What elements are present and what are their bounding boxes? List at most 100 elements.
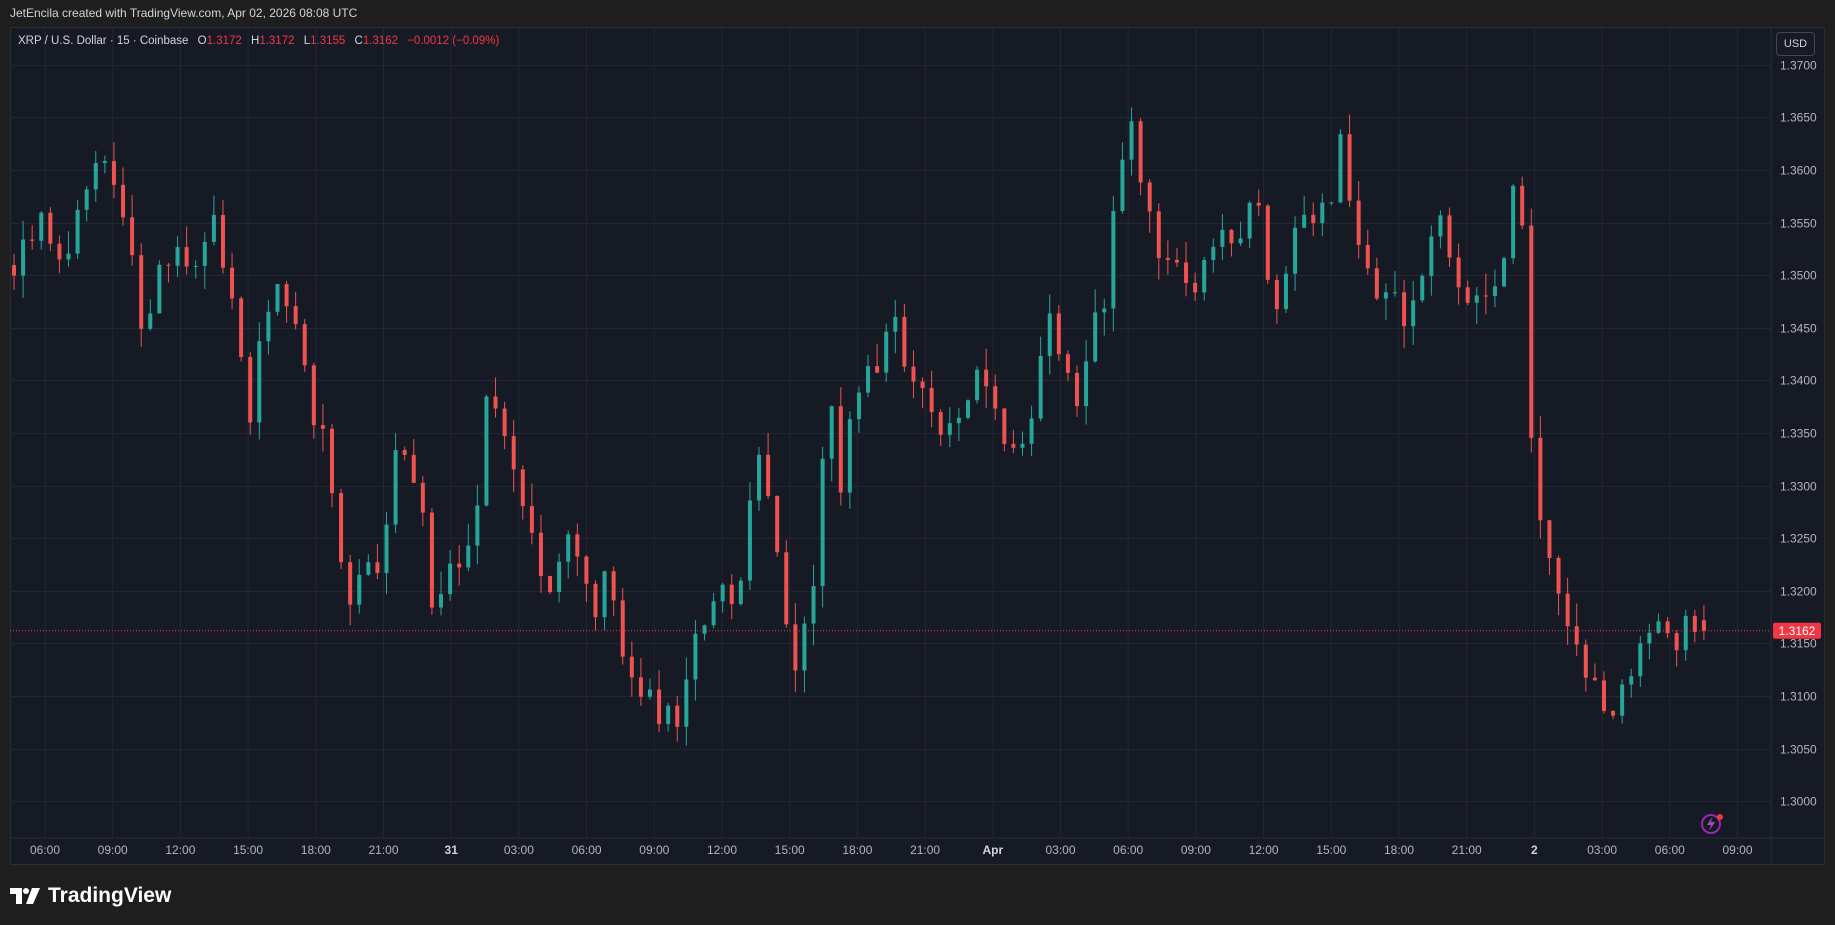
high-value: 1.3172: [259, 35, 295, 47]
symbol-legend[interactable]: XRP / U.S. Dollar · 15 · Coinbase O1.317…: [18, 35, 499, 47]
candle-body: [529, 506, 534, 533]
candle-body: [875, 366, 880, 373]
candle-body: [12, 265, 16, 276]
candle-body: [1483, 295, 1488, 297]
candle-body: [511, 436, 516, 470]
candle-body: [384, 524, 389, 573]
open-value: 1.3172: [206, 35, 242, 47]
candle-body: [230, 267, 235, 299]
price-tick-label: 1.3500: [1780, 269, 1817, 283]
candle-body: [820, 458, 825, 587]
candle-body: [993, 386, 998, 409]
candle-body: [320, 425, 325, 429]
candle-body: [1420, 275, 1425, 301]
candle-body: [1129, 121, 1134, 160]
candle-body: [1447, 215, 1452, 258]
candle-body: [1565, 593, 1570, 627]
candle-body: [1347, 134, 1352, 201]
candle-body: [429, 512, 434, 608]
candle-body: [1002, 408, 1007, 444]
candle-body: [211, 214, 216, 242]
price-axis: 1.3700 1.3650 1.3600 1.3550 1.3500 1.3450 1.34…: [10, 28, 1825, 864]
candle-body: [348, 562, 353, 605]
candle-body: [520, 469, 525, 507]
candle-body: [166, 264, 171, 266]
candle-body: [284, 284, 289, 307]
candle-body: [884, 331, 889, 373]
candle-body: [684, 679, 689, 727]
candle-body: [1229, 229, 1234, 244]
magic-sparkle-icon[interactable]: [1699, 812, 1725, 841]
price-tick-label: 1.3200: [1780, 585, 1817, 599]
low-value: 1.3155: [310, 35, 346, 47]
candle-body: [275, 284, 280, 312]
time-tick-label: 18:00: [842, 843, 872, 857]
candle-body: [1383, 292, 1388, 299]
candle-body: [1574, 626, 1579, 645]
candle-body: [1111, 211, 1116, 309]
candle-body: [157, 264, 162, 314]
candle-body: [148, 313, 153, 329]
candle-body: [902, 316, 907, 367]
time-tick-label: 03:00: [1045, 843, 1075, 857]
candle-body: [493, 396, 498, 409]
candle-body: [48, 212, 53, 244]
candle-body: [1365, 244, 1370, 269]
candle-body: [1502, 258, 1507, 287]
price-chart[interactable]: 1.3700 1.3650 1.3600 1.3550 1.3500 1.3450 1.34…: [0, 0, 1835, 925]
time-tick-label: 21:00: [1452, 843, 1482, 857]
open-label: O: [197, 35, 207, 47]
candle-body: [1592, 677, 1597, 681]
time-tick-label: 31: [445, 843, 459, 857]
candle-body: [239, 298, 244, 357]
candle-body: [329, 428, 334, 494]
candle-body: [302, 324, 307, 366]
price-tick-label: 1.3700: [1780, 59, 1817, 73]
candle-body: [484, 396, 489, 506]
candle-body: [1283, 273, 1288, 310]
price-tick-label: 1.3400: [1780, 374, 1817, 388]
candle-body: [1302, 214, 1307, 228]
candle-body: [702, 625, 707, 634]
time-tick-label: 15:00: [233, 843, 263, 857]
candle-body: [366, 562, 371, 575]
candle-body: [1256, 202, 1261, 206]
candle-body: [1220, 229, 1225, 247]
candle-body: [729, 584, 734, 605]
candle-body: [575, 534, 580, 557]
currency-button[interactable]: USD: [1776, 32, 1815, 56]
candle-body: [184, 247, 189, 267]
candle-body: [675, 705, 680, 727]
candle-body: [1293, 227, 1298, 274]
candle-body: [111, 161, 116, 185]
candle-body: [548, 575, 553, 593]
price-tick-label: 1.3050: [1780, 743, 1817, 757]
price-tick-label: 1.3250: [1780, 532, 1817, 546]
candle-body: [248, 356, 253, 423]
candle-body: [139, 255, 144, 329]
candle-body: [121, 184, 126, 218]
candle-body: [657, 689, 662, 724]
candle-body: [130, 217, 135, 256]
price-tick-label: 1.3300: [1780, 480, 1817, 494]
candle-body: [911, 366, 916, 382]
candle-body: [457, 563, 462, 568]
candle-body: [829, 406, 834, 459]
candle-body: [1184, 262, 1189, 283]
symbol-title[interactable]: XRP / U.S. Dollar · 15 · Coinbase: [18, 35, 188, 47]
tradingview-brand[interactable]: TradingView: [10, 884, 171, 908]
time-tick-label: 09:00: [639, 843, 669, 857]
candle-body: [784, 552, 789, 625]
candle-body: [502, 408, 507, 437]
candle-body: [1647, 632, 1652, 644]
candle-body: [1093, 312, 1098, 362]
candle-body: [257, 341, 262, 423]
change-value: −0.0012 (−0.09%): [407, 35, 500, 47]
candle-body: [102, 161, 107, 163]
candle-body: [866, 366, 871, 393]
time-tick-label: 03:00: [504, 843, 534, 857]
candle-body: [1474, 295, 1479, 303]
candle-body: [647, 689, 652, 697]
candle-body: [1438, 215, 1443, 237]
candle-body: [1456, 257, 1461, 288]
